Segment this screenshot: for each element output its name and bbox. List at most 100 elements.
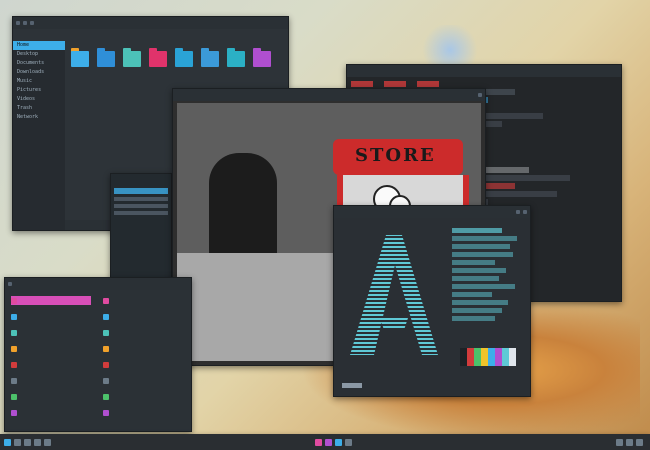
launcher-item[interactable]	[11, 376, 91, 385]
pager-icon[interactable]	[24, 438, 31, 446]
viewer-titlebar[interactable]	[173, 89, 485, 101]
folder-icon[interactable]	[149, 47, 167, 69]
battery-icon[interactable]	[636, 438, 643, 446]
task-icon[interactable]	[325, 438, 332, 446]
folder-icon[interactable]	[71, 47, 89, 69]
app-icon	[103, 409, 109, 416]
sidebar-item-desktop[interactable]: Desktop	[13, 50, 65, 59]
task-icon[interactable]	[335, 438, 342, 446]
folder-icon[interactable]	[175, 47, 193, 69]
panel-highlight[interactable]	[114, 188, 168, 194]
sidebar-item-videos[interactable]: Videos	[13, 95, 65, 104]
application-launcher[interactable]	[4, 277, 192, 432]
file-manager-titlebar[interactable]	[13, 17, 288, 29]
launcher-item[interactable]	[11, 408, 91, 417]
network-icon[interactable]	[616, 438, 623, 446]
app-icon	[11, 329, 17, 336]
app-icon	[103, 329, 109, 336]
about-titlebar[interactable]	[334, 206, 530, 218]
launcher-item[interactable]	[103, 408, 183, 417]
up-icon[interactable]	[30, 21, 34, 25]
taskbar-left	[4, 438, 51, 446]
forward-icon[interactable]	[23, 21, 27, 25]
user-avatar-icon	[8, 282, 12, 286]
launcher-item[interactable]	[103, 328, 183, 337]
system-info	[452, 228, 524, 324]
sidebar-item-downloads[interactable]: Downloads	[13, 68, 65, 77]
app-icon	[103, 313, 109, 320]
sidebar-item-home[interactable]: Home	[13, 41, 65, 50]
terminal-titlebar[interactable]	[347, 65, 621, 77]
color-palette	[460, 348, 516, 366]
launcher-item[interactable]	[103, 376, 183, 385]
sidebar-item-documents[interactable]: Documents	[13, 59, 65, 68]
info-line	[452, 276, 499, 281]
sidebar-item-pictures[interactable]: Pictures	[13, 86, 65, 95]
pager-icon[interactable]	[14, 438, 21, 446]
dialog-footer-text	[342, 383, 362, 388]
app-icon	[11, 409, 17, 416]
app-icon	[103, 393, 109, 400]
launcher-item[interactable]	[103, 392, 183, 401]
folder-icon[interactable]	[227, 47, 245, 69]
folder-icon[interactable]	[201, 47, 219, 69]
store-sign-text: STORE	[355, 145, 436, 166]
info-line	[452, 300, 509, 305]
launcher-item[interactable]	[11, 360, 91, 369]
launcher-item[interactable]	[11, 312, 91, 321]
launcher-item[interactable]	[103, 312, 183, 321]
launcher-item[interactable]	[11, 344, 91, 353]
info-line	[452, 268, 506, 273]
info-line	[452, 228, 503, 233]
task-icon[interactable]	[345, 438, 352, 446]
launcher-item[interactable]	[103, 344, 183, 353]
folder-grid	[71, 47, 271, 69]
sidebar-item-music[interactable]: Music	[13, 77, 65, 86]
app-icon	[11, 297, 17, 304]
info-line	[452, 292, 492, 297]
sidebar-item-network[interactable]: Network	[13, 113, 65, 122]
places-sidebar: Home Desktop Documents Downloads Music P…	[13, 41, 65, 230]
system-tray	[616, 438, 646, 446]
info-line	[452, 284, 516, 289]
info-line	[452, 244, 510, 249]
launcher-item[interactable]	[103, 296, 183, 305]
app-icon	[103, 345, 109, 352]
task-icon[interactable]	[44, 438, 51, 446]
info-line	[452, 252, 514, 257]
launcher-header	[5, 278, 191, 290]
folder-icon[interactable]	[253, 47, 271, 69]
side-panel-window[interactable]	[110, 173, 172, 285]
app-icon	[103, 297, 109, 304]
back-icon[interactable]	[16, 21, 20, 25]
task-icon[interactable]	[315, 438, 322, 446]
info-line	[452, 260, 496, 265]
folder-icon[interactable]	[123, 47, 141, 69]
app-icon	[103, 361, 109, 368]
info-line	[452, 308, 503, 313]
sidebar-item-trash[interactable]: Trash	[13, 104, 65, 113]
task-icon[interactable]	[34, 438, 41, 446]
launcher-item[interactable]	[11, 328, 91, 337]
launcher-item[interactable]	[11, 392, 91, 401]
close-icon[interactable]	[478, 93, 482, 97]
taskbar	[0, 434, 650, 450]
distro-logo-icon	[350, 235, 438, 355]
app-icon	[11, 393, 17, 400]
about-dialog[interactable]	[333, 205, 531, 397]
minimize-icon[interactable]	[516, 210, 520, 214]
panel-row	[114, 197, 168, 201]
volume-icon[interactable]	[626, 438, 633, 446]
launcher-item[interactable]	[103, 360, 183, 369]
close-icon[interactable]	[523, 210, 527, 214]
launcher-item[interactable]	[11, 296, 91, 305]
app-icon	[103, 377, 109, 384]
info-line	[452, 236, 517, 241]
app-icon	[11, 361, 17, 368]
info-line	[452, 316, 496, 321]
image-store-sign: STORE	[333, 139, 463, 175]
app-menu-icon[interactable]	[4, 438, 11, 446]
panel-row	[114, 211, 168, 215]
app-icon	[11, 313, 17, 320]
folder-icon[interactable]	[97, 47, 115, 69]
